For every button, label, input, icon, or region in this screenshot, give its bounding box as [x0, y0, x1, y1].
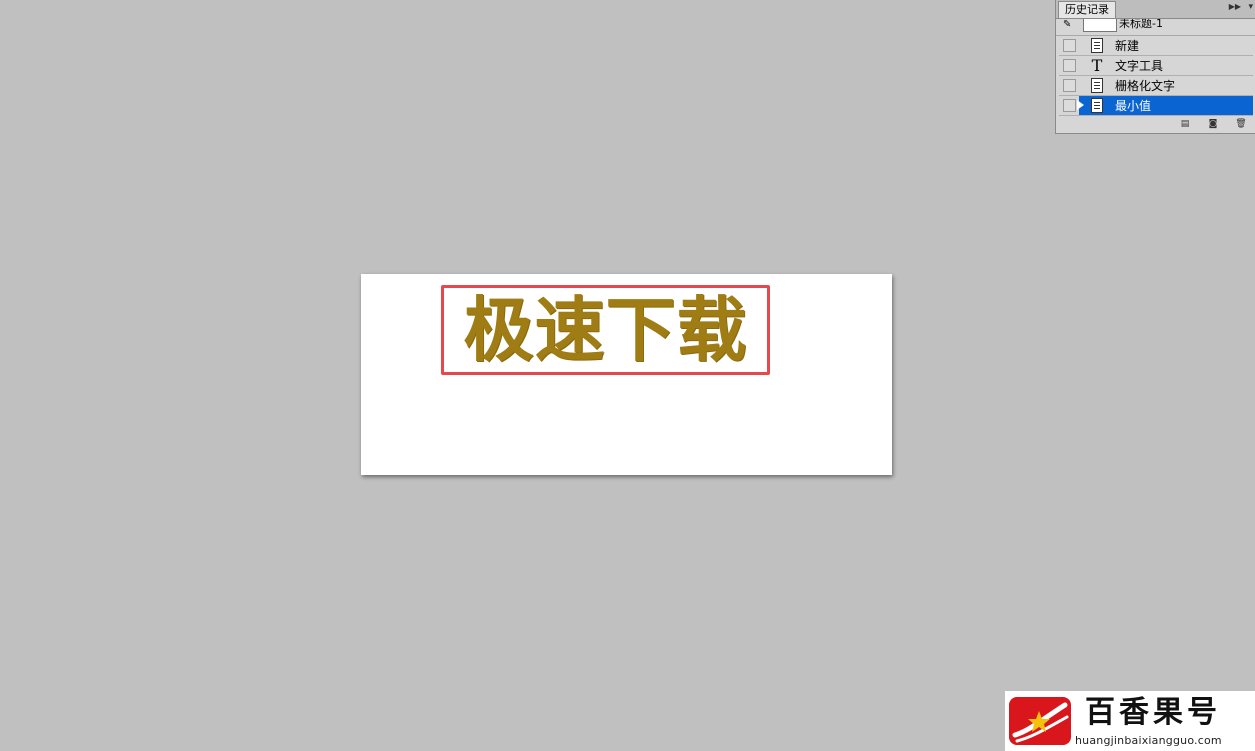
brand-logo-icon — [1009, 697, 1071, 745]
snapshot-row[interactable]: ✎ 未标题-1 — [1056, 19, 1255, 36]
document-icon — [1089, 77, 1105, 94]
history-brush-source-checkbox[interactable] — [1063, 79, 1076, 92]
canvas-text: 极速下载 — [463, 289, 748, 371]
history-brush-source-checkbox[interactable] — [1063, 59, 1076, 72]
history-brush-source-checkbox[interactable] — [1063, 39, 1076, 52]
history-item-minimum[interactable]: 最小值 — [1059, 96, 1253, 116]
new-document-from-state-icon[interactable]: ▤ — [1179, 119, 1191, 130]
history-item-label: 文字工具 — [1115, 59, 1164, 73]
panel-header: 历史记录 ▶▶ ▾ — [1056, 0, 1255, 19]
history-brush-icon[interactable]: ✎ — [1063, 19, 1071, 30]
tab-history[interactable]: 历史记录 — [1058, 1, 1116, 18]
text-highlight-box: 极速下载 — [441, 285, 770, 375]
type-tool-icon: T — [1091, 56, 1103, 75]
history-item-new[interactable]: 新建 — [1059, 36, 1253, 56]
history-item-type-tool[interactable]: T 文字工具 — [1059, 56, 1253, 76]
watermark-title: 百香果号 — [1085, 695, 1221, 730]
history-item-label: 栅格化文字 — [1115, 79, 1176, 93]
panel-footer: ▤ ◙ 🗑 — [1056, 117, 1255, 133]
double-arrow-icon[interactable]: ▶▶ — [1229, 2, 1241, 11]
history-item-rasterize[interactable]: 栅格化文字 — [1059, 76, 1253, 96]
current-state-marker-icon — [1077, 100, 1084, 110]
document-icon — [1089, 97, 1105, 114]
trash-icon[interactable]: 🗑 — [1235, 119, 1247, 130]
snapshot-label: 未标题-1 — [1119, 19, 1163, 30]
selection-highlight — [1079, 96, 1253, 115]
history-item-label: 新建 — [1115, 39, 1140, 53]
snapshot-thumbnail — [1083, 19, 1117, 32]
camera-snapshot-icon[interactable]: ◙ — [1207, 119, 1219, 130]
document-icon — [1089, 37, 1105, 54]
history-item-label: 最小值 — [1115, 99, 1152, 113]
history-panel: 历史记录 ▶▶ ▾ ✎ 未标题-1 新建 T 文字工具 栅格化文字 最小值 ▤ … — [1055, 0, 1255, 134]
document-canvas[interactable]: 极速下载 — [361, 274, 892, 475]
watermark: 百香果号 huangjinbaixiangguo.com — [1005, 691, 1255, 751]
history-brush-source-checkbox[interactable] — [1063, 99, 1076, 112]
watermark-url: huangjinbaixiangguo.com — [1075, 734, 1222, 747]
panel-menu-icon[interactable]: ▾ — [1248, 2, 1253, 12]
